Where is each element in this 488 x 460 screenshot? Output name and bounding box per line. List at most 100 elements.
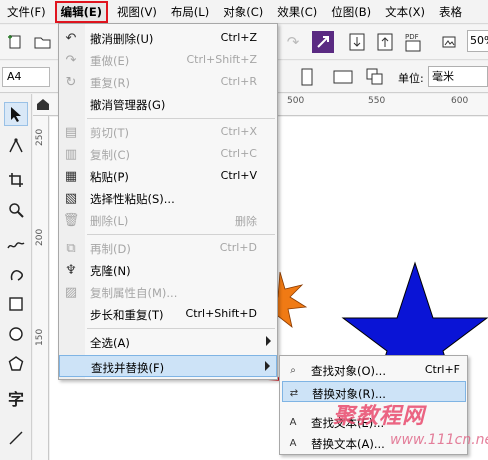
rectangle-tool-icon[interactable] <box>4 292 28 316</box>
menu-item-shortcut: Ctrl+R <box>220 75 257 88</box>
menu-effects[interactable]: 效果(C) <box>270 1 324 23</box>
menu-item-shortcut: Ctrl+X <box>220 125 257 138</box>
menu-edit[interactable]: 编辑(E) <box>54 0 108 23</box>
submenu-item-find-objects[interactable]: ⌕ 查找对象(O)... Ctrl+F <box>282 359 466 380</box>
import-icon[interactable] <box>312 31 334 53</box>
redo-toolbar-icon[interactable]: ↷ <box>282 31 304 53</box>
publish-pdf-icon[interactable]: PDF <box>402 29 428 55</box>
menu-item-delete[interactable]: 🗑 删除(L) 删除 <box>59 209 277 231</box>
menu-view[interactable]: 视图(V) <box>110 1 164 23</box>
undo-icon: ↶ <box>65 30 77 46</box>
home-icon[interactable] <box>36 97 50 114</box>
launcher-icon[interactable] <box>438 31 460 53</box>
freehand-tool-icon[interactable] <box>4 232 28 256</box>
export-up-icon[interactable] <box>374 31 396 53</box>
menu-item-paste[interactable]: ▦ 粘贴(P) Ctrl+V <box>59 165 277 187</box>
menu-item-cut[interactable]: ▤ 剪切(T) Ctrl+X <box>59 121 277 143</box>
menu-item-step-repeat[interactable]: 步长和重复(T) Ctrl+Shift+D <box>59 303 277 325</box>
menu-item-label: 复制(C) <box>90 148 131 162</box>
ruler-label: 500 <box>287 96 305 106</box>
watermark-title: 聚教程网 <box>333 404 426 429</box>
copy-properties-icon: ▨ <box>64 284 78 300</box>
duplicate-icon: ⧉ <box>66 240 76 256</box>
menu-item-label: 查找对象(O)... <box>311 364 386 378</box>
export-down-icon[interactable] <box>346 31 368 53</box>
ruler-label: 200 <box>35 228 45 246</box>
menu-item-label: 克隆(N) <box>90 264 131 278</box>
menu-item-paste-special[interactable]: ▧ 选择性粘贴(S)... <box>59 187 277 209</box>
menu-item-shortcut: Ctrl+F <box>424 363 460 376</box>
vertical-ruler: 250 200 150 <box>33 116 49 460</box>
menu-item-shortcut: Ctrl+V <box>220 169 257 182</box>
polygon-tool-icon[interactable] <box>4 352 28 376</box>
pick-tool-icon[interactable] <box>4 102 28 126</box>
repeat-icon: ↻ <box>65 74 77 90</box>
menu-item-shortcut: Ctrl+Shift+Z <box>186 53 257 66</box>
menu-item-label: 撤消删除(U) <box>90 32 154 46</box>
menu-item-label: 查找并替换(F) <box>91 361 165 375</box>
menu-item-find-replace[interactable]: 查找并替换(F) <box>59 355 277 377</box>
new-document-icon[interactable] <box>4 31 26 53</box>
redo-icon: ↷ <box>65 52 77 68</box>
units-label: 单位: <box>398 72 424 85</box>
cut-icon: ▤ <box>64 124 78 140</box>
zoom-level-field[interactable]: 50% <box>467 30 488 52</box>
ruler-label: 150 <box>35 328 45 346</box>
menu-item-clone[interactable]: ♆ 克隆(N) <box>59 259 277 281</box>
menu-item-label: 全选(A) <box>90 336 130 350</box>
menu-item-label: 复制属性自(M)... <box>90 286 178 300</box>
copy-icon: ▥ <box>64 146 78 162</box>
edit-menu-dropdown: ↶ 撤消删除(U) Ctrl+Z ↷ 重做(E) Ctrl+Shift+Z ↻ … <box>58 23 278 380</box>
menu-layout[interactable]: 布局(L) <box>164 1 216 23</box>
paste-icon: ▦ <box>64 168 78 184</box>
text-tool-icon[interactable]: 字 <box>4 386 28 410</box>
menu-file[interactable]: 文件(F) <box>0 1 53 23</box>
landscape-icon[interactable] <box>332 66 354 88</box>
menu-item-label: 撤消管理器(G) <box>90 98 166 112</box>
crop-tool-icon[interactable] <box>4 168 28 192</box>
menu-item-label: 粘贴(P) <box>90 170 129 184</box>
svg-text:PDF: PDF <box>405 33 419 41</box>
menu-item-redo[interactable]: ↷ 重做(E) Ctrl+Shift+Z <box>59 49 277 71</box>
menu-item-undo-manager[interactable]: 撤消管理器(G) <box>59 93 277 115</box>
menu-item-duplicate[interactable]: ⧉ 再制(D) Ctrl+D <box>59 237 277 259</box>
artistic-media-icon[interactable] <box>4 262 28 286</box>
menu-item-label: 剪切(T) <box>90 126 129 140</box>
app-window: 文件(F) 编辑(E) 视图(V) 布局(L) 对象(C) 效果(C) 位图(B… <box>0 0 488 460</box>
dimension-tool-icon[interactable] <box>4 426 28 450</box>
menu-item-repeat[interactable]: ↻ 重复(R) Ctrl+R <box>59 71 277 93</box>
replace-text-icon: A <box>289 437 297 449</box>
find-objects-icon: ⌕ <box>290 364 296 376</box>
submenu-arrow-icon <box>265 361 270 371</box>
menu-item-undo[interactable]: ↶ 撤消删除(U) Ctrl+Z <box>59 27 277 49</box>
clone-icon: ♆ <box>65 262 77 278</box>
menu-object[interactable]: 对象(C) <box>216 1 270 23</box>
page-size-select[interactable]: A4 <box>2 67 50 87</box>
menu-text[interactable]: 文本(X) <box>378 1 432 23</box>
menu-item-copy-properties[interactable]: ▨ 复制属性自(M)... <box>59 281 277 303</box>
ellipse-tool-icon[interactable] <box>4 322 28 346</box>
menu-item-label: 步长和重复(T) <box>90 308 164 322</box>
menu-bitmap[interactable]: 位图(B) <box>324 1 378 23</box>
ruler-label: 600 <box>451 96 469 106</box>
submenu-arrow-icon <box>266 336 271 346</box>
portrait-icon[interactable] <box>296 66 318 88</box>
units-select[interactable]: 毫米 <box>428 66 488 87</box>
current-page-icon[interactable] <box>374 66 396 88</box>
menu-item-select-all[interactable]: 全选(A) <box>59 331 277 353</box>
menu-item-shortcut: 删除 <box>235 215 257 228</box>
ruler-label: 250 <box>35 128 45 146</box>
menu-table[interactable]: 表格 <box>432 1 469 23</box>
menu-item-copy[interactable]: ▥ 复制(C) Ctrl+C <box>59 143 277 165</box>
replace-objects-icon: ⇄ <box>289 387 299 399</box>
zoom-tool-icon[interactable] <box>4 198 28 222</box>
menu-item-shortcut: Ctrl+Shift+D <box>185 307 257 320</box>
menu-item-label: 删除(L) <box>90 214 129 228</box>
menu-item-label: 重复(R) <box>90 76 130 90</box>
watermark-url: www.111cn.net <box>390 432 488 448</box>
menu-item-label: 替换文本(A)... <box>311 437 385 451</box>
open-folder-icon[interactable] <box>32 31 54 53</box>
menu-item-shortcut: Ctrl+Z <box>220 31 257 44</box>
shape-tool-icon[interactable] <box>4 134 28 158</box>
paste-special-icon: ▧ <box>64 190 78 206</box>
